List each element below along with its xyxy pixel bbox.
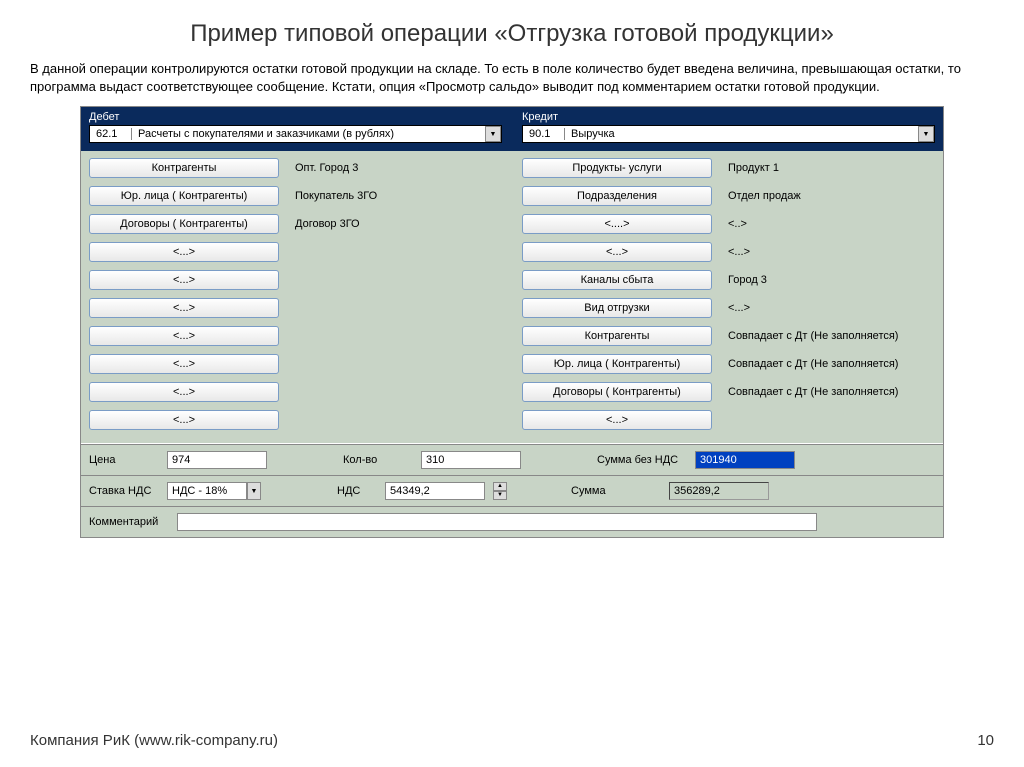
vat-rate-dropdown[interactable]: НДС - 18% ▼ [167,482,261,500]
debit-row-button[interactable]: <...> [89,410,279,430]
qty-label: Кол-во [343,454,413,466]
credit-row-value: <..> [728,218,747,230]
credit-row-button[interactable]: <...> [522,242,712,262]
credit-column: Продукты- услуги Продукт 1 Подразделения От… [522,157,935,437]
spinner-down-icon[interactable]: ▼ [493,491,507,500]
credit-account-dropdown[interactable]: 90.1 Выручка ▼ [522,125,935,143]
debit-row-button[interactable]: <...> [89,298,279,318]
bottom-fields: Цена 974 Кол-во 310 Сумма без НДС 301940… [81,443,943,537]
debit-row-value: Покупатель 3ГО [295,190,377,202]
credit-row-value: Совпадает с Дт (Не заполняется) [728,358,898,370]
debit-account-text: Расчеты с покупателями и заказчиками (в … [132,128,485,140]
chevron-down-icon[interactable]: ▼ [918,126,934,142]
credit-row-button[interactable]: <....> [522,214,712,234]
price-label: Цена [89,454,159,466]
credit-row-button[interactable]: Продукты- услуги [522,158,712,178]
app-window: Дебет 62.1 Расчеты с покупателями и зака… [80,106,944,538]
credit-account-code: 90.1 [523,128,565,140]
footer-page: 10 [977,732,994,749]
header-bar: Дебет 62.1 Расчеты с покупателями и зака… [81,107,943,151]
credit-row-button[interactable]: Юр. лица ( Контрагенты) [522,354,712,374]
credit-row-button[interactable]: Контрагенты [522,326,712,346]
debit-row-button[interactable]: <...> [89,354,279,374]
debit-row-value: Договор 3ГО [295,218,360,230]
credit-account-text: Выручка [565,128,918,140]
debit-row-button[interactable]: Договоры ( Контрагенты) [89,214,279,234]
credit-row-button[interactable]: Вид отгрузки [522,298,712,318]
debit-row-button[interactable]: <...> [89,326,279,346]
sum-novat-label: Сумма без НДС [597,454,687,466]
credit-row-value: Город 3 [728,274,767,286]
sum-novat-input[interactable]: 301940 [695,451,795,469]
credit-row-value: Отдел продаж [728,190,801,202]
debit-label: Дебет [89,111,502,123]
debit-account-dropdown[interactable]: 62.1 Расчеты с покупателями и заказчикам… [89,125,502,143]
description-text: В данной операции контролируются остатки… [30,60,994,96]
vat-input[interactable]: 54349,2 [385,482,485,500]
credit-row-value: <...> [728,246,750,258]
comment-label: Комментарий [89,516,169,528]
credit-row-value: <...> [728,302,750,314]
price-input[interactable]: 974 [167,451,267,469]
debit-row-value: Опт. Город 3 [295,162,358,174]
credit-row-button[interactable]: Договоры ( Контрагенты) [522,382,712,402]
credit-row-value: Продукт 1 [728,162,779,174]
debit-row-button[interactable]: <...> [89,242,279,262]
qty-input[interactable]: 310 [421,451,521,469]
spinner-up-icon[interactable]: ▲ [493,482,507,491]
vat-label: НДС [337,485,377,497]
credit-row-button[interactable]: Подразделения [522,186,712,206]
sum-input: 356289,2 [669,482,769,500]
debit-account-code: 62.1 [90,128,132,140]
vat-spinner[interactable]: ▲ ▼ [493,482,507,500]
debit-row-button[interactable]: Контрагенты [89,158,279,178]
page-title: Пример типовой операции «Отгрузка готово… [30,20,994,48]
debit-column: Контрагенты Опт. Город 3 Юр. лица ( Контра… [89,157,502,437]
chevron-down-icon[interactable]: ▼ [485,126,501,142]
debit-row-button[interactable]: <...> [89,382,279,402]
vat-rate-value: НДС - 18% [167,482,247,500]
credit-row-button[interactable]: Каналы сбыта [522,270,712,290]
credit-row-button[interactable]: <...> [522,410,712,430]
body-area: Контрагенты Опт. Город 3 Юр. лица ( Контра… [81,151,943,443]
chevron-down-icon[interactable]: ▼ [247,482,261,500]
debit-row-button[interactable]: <...> [89,270,279,290]
vat-rate-label: Ставка НДС [89,485,159,497]
credit-row-value: Совпадает с Дт (Не заполняется) [728,330,898,342]
credit-label: Кредит [522,111,935,123]
debit-row-button[interactable]: Юр. лица ( Контрагенты) [89,186,279,206]
comment-input[interactable] [177,513,817,531]
sum-label: Сумма [571,485,661,497]
credit-row-value: Совпадает с Дт (Не заполняется) [728,386,898,398]
footer-company: Компания РиК (www.rik-company.ru) [30,732,278,749]
